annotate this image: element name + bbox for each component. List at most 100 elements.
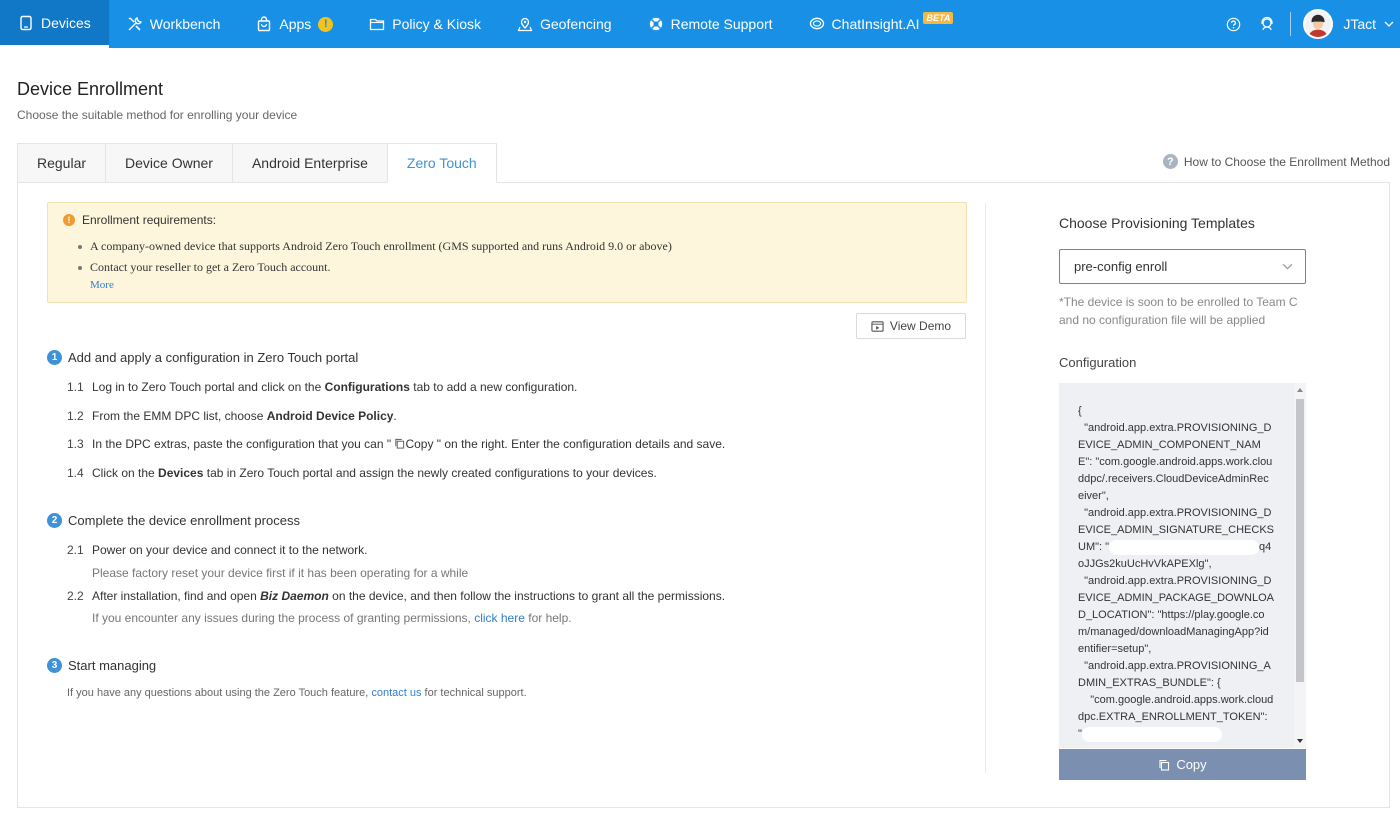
substep-1-1: 1.1 Log in to Zero Touch portal and click… [67, 380, 577, 394]
substep-bold: Devices [158, 466, 204, 480]
config-text-part: q4oJJGs2kuUcHvVkAPEXlg", "android.app.ex… [1078, 541, 1275, 740]
nav-workbench[interactable]: Workbench [109, 0, 239, 48]
chevron-down-icon[interactable] [1384, 19, 1394, 29]
substep-2-1: 2.1 Power on your device and connect it t… [67, 543, 368, 557]
substep-number: 1.3 [67, 437, 84, 451]
requirements-notice: ! Enrollment requirements: A company-own… [47, 202, 967, 303]
substep-2-2-note: If you encounter any issues during the p… [92, 611, 572, 625]
substep-1-3: 1.3 In the DPC extras, paste the configur… [67, 437, 725, 451]
substep-2-2: 2.2 After installation, find and open Biz… [67, 589, 725, 603]
view-demo-button[interactable]: View Demo [856, 313, 966, 339]
bag-icon [258, 16, 271, 32]
substep-number: 1.1 [67, 380, 84, 394]
avatar[interactable] [1303, 9, 1334, 39]
tools-icon [128, 16, 142, 31]
list-item: A company-owned device that supports And… [76, 236, 672, 257]
substep-text: . [393, 409, 397, 423]
contact-us-link[interactable]: contact us [371, 687, 421, 699]
question-icon: ? [1162, 154, 1178, 169]
scroll-thumb[interactable] [1296, 399, 1304, 682]
copy-word: Copy [405, 437, 434, 451]
nav-apps-label: Apps [279, 16, 312, 32]
note-text: If you have any questions about using th… [67, 687, 372, 699]
substep-number: 1.4 [67, 466, 84, 480]
view-demo-label: View Demo [889, 319, 952, 333]
step-number: 1 [47, 350, 62, 365]
chevron-down-icon [1282, 263, 1293, 270]
config-text-part: { "android.app.extra.PROVISIONING_DEVICE… [1078, 405, 1275, 553]
requirements-list: A company-owned device that supports And… [76, 236, 672, 278]
scroll-down-icon[interactable] [1297, 739, 1303, 743]
nav-chatinsight[interactable]: ChatInsight.AI BETA [791, 0, 972, 48]
substep-text: After installation, find and open [92, 589, 261, 603]
step-title: Complete the device enrollment process [68, 513, 300, 528]
column-divider [985, 203, 986, 773]
substep-1-4: 1.4 Click on the Devices tab in Zero Touc… [67, 466, 657, 480]
substep-text: Click on the [92, 466, 159, 480]
nav-apps[interactable]: Apps ! [238, 0, 351, 48]
user-name[interactable]: JTact [1343, 16, 1376, 32]
lifebuoy-icon [649, 17, 662, 31]
support-note: If you have any questions about using th… [67, 687, 527, 699]
substep-text: Power on your device and connect it to t… [92, 543, 368, 557]
chat-bubble-icon [809, 17, 824, 30]
substep-bold: Biz Daemon [260, 589, 329, 603]
configuration-label: Configuration [1059, 355, 1137, 370]
substep-text: on the device, and then follow the instr… [328, 589, 726, 603]
substep-text: " on the right. Enter the configuration … [433, 437, 726, 451]
zero-touch-panel: ! Enrollment requirements: A company-own… [17, 182, 1390, 808]
notice-title: Enrollment requirements: [82, 213, 217, 227]
video-icon [871, 320, 884, 332]
nav-policy-kiosk[interactable]: Policy & Kiosk [351, 0, 499, 48]
scroll-up-icon[interactable] [1297, 388, 1303, 392]
copy-icon [1159, 759, 1170, 771]
substep-1-2: 1.2 From the EMM DPC list, choose Android… [67, 409, 397, 423]
list-item: Contact your reseller to get a Zero Touc… [76, 257, 672, 278]
substep-number: 2.1 [67, 543, 84, 557]
nav-chatinsight-label: ChatInsight.AI [831, 16, 920, 32]
tab-device-owner[interactable]: Device Owner [105, 143, 232, 183]
tab-zero-touch[interactable]: Zero Touch [386, 143, 497, 183]
apps-alert-badge: ! [318, 16, 334, 32]
tab-regular[interactable]: Regular [17, 143, 106, 183]
template-note: *The device is soon to be enrolled to Te… [1059, 293, 1309, 329]
nav-remote-label: Remote Support [670, 16, 773, 32]
substep-bold: Android Device Policy [266, 409, 394, 423]
top-nav: Devices Workbench Apps ! Policy & Kiosk … [0, 0, 1400, 48]
nav-devices-label: Devices [41, 14, 91, 31]
configuration-text: { "android.app.extra.PROVISIONING_DEVICE… [1078, 403, 1274, 743]
nav-geofencing[interactable]: Geofencing [499, 0, 630, 48]
step-title: Add and apply a configuration in Zero To… [68, 350, 359, 365]
enrollment-method-help-link[interactable]: ? How to Choose the Enrollment Method [1162, 154, 1390, 169]
more-link[interactable]: More [90, 279, 114, 291]
config-scrollbar[interactable] [1294, 383, 1306, 748]
click-here-link[interactable]: click here [474, 611, 525, 625]
top-right-tools: JTact [1216, 0, 1400, 48]
redacted-value [1081, 726, 1222, 742]
tab-android-enterprise[interactable]: Android Enterprise [231, 143, 387, 183]
template-note-line: and no configuration file will be applie… [1059, 313, 1266, 327]
warning-icon: ! [63, 214, 75, 226]
templates-title: Choose Provisioning Templates [1059, 215, 1255, 231]
note-text: for help. [524, 611, 572, 625]
step-2: 2 Complete the device enrollment process [47, 513, 300, 528]
substep-bold: Configurations [324, 380, 410, 394]
nav-workbench-label: Workbench [149, 16, 221, 32]
template-note-line: *The device is soon to be enrolled to Te… [1059, 295, 1298, 309]
template-select[interactable]: pre-config enroll [1059, 249, 1306, 284]
substep-text: In the DPC extras, paste the configurati… [92, 437, 395, 451]
substep-text: tab in Zero Touch portal and assign the … [203, 466, 657, 480]
support-agent-icon[interactable] [1250, 0, 1284, 48]
configuration-box[interactable]: { "android.app.extra.PROVISIONING_DEVICE… [1059, 383, 1306, 748]
nav-remote-support[interactable]: Remote Support [630, 0, 791, 48]
redacted-value [1109, 539, 1260, 555]
step-1: 1 Add and apply a configuration in Zero … [47, 350, 358, 365]
copy-button[interactable]: Copy [1059, 749, 1306, 780]
nav-geofencing-label: Geofencing [539, 16, 612, 32]
help-icon[interactable] [1216, 0, 1250, 48]
note-text: If you encounter any issues during the p… [92, 611, 475, 625]
notice-header: ! Enrollment requirements: [63, 213, 216, 227]
nav-devices[interactable]: Devices [0, 0, 109, 48]
copy-icon [395, 438, 405, 449]
template-select-value: pre-config enroll [1074, 259, 1168, 274]
